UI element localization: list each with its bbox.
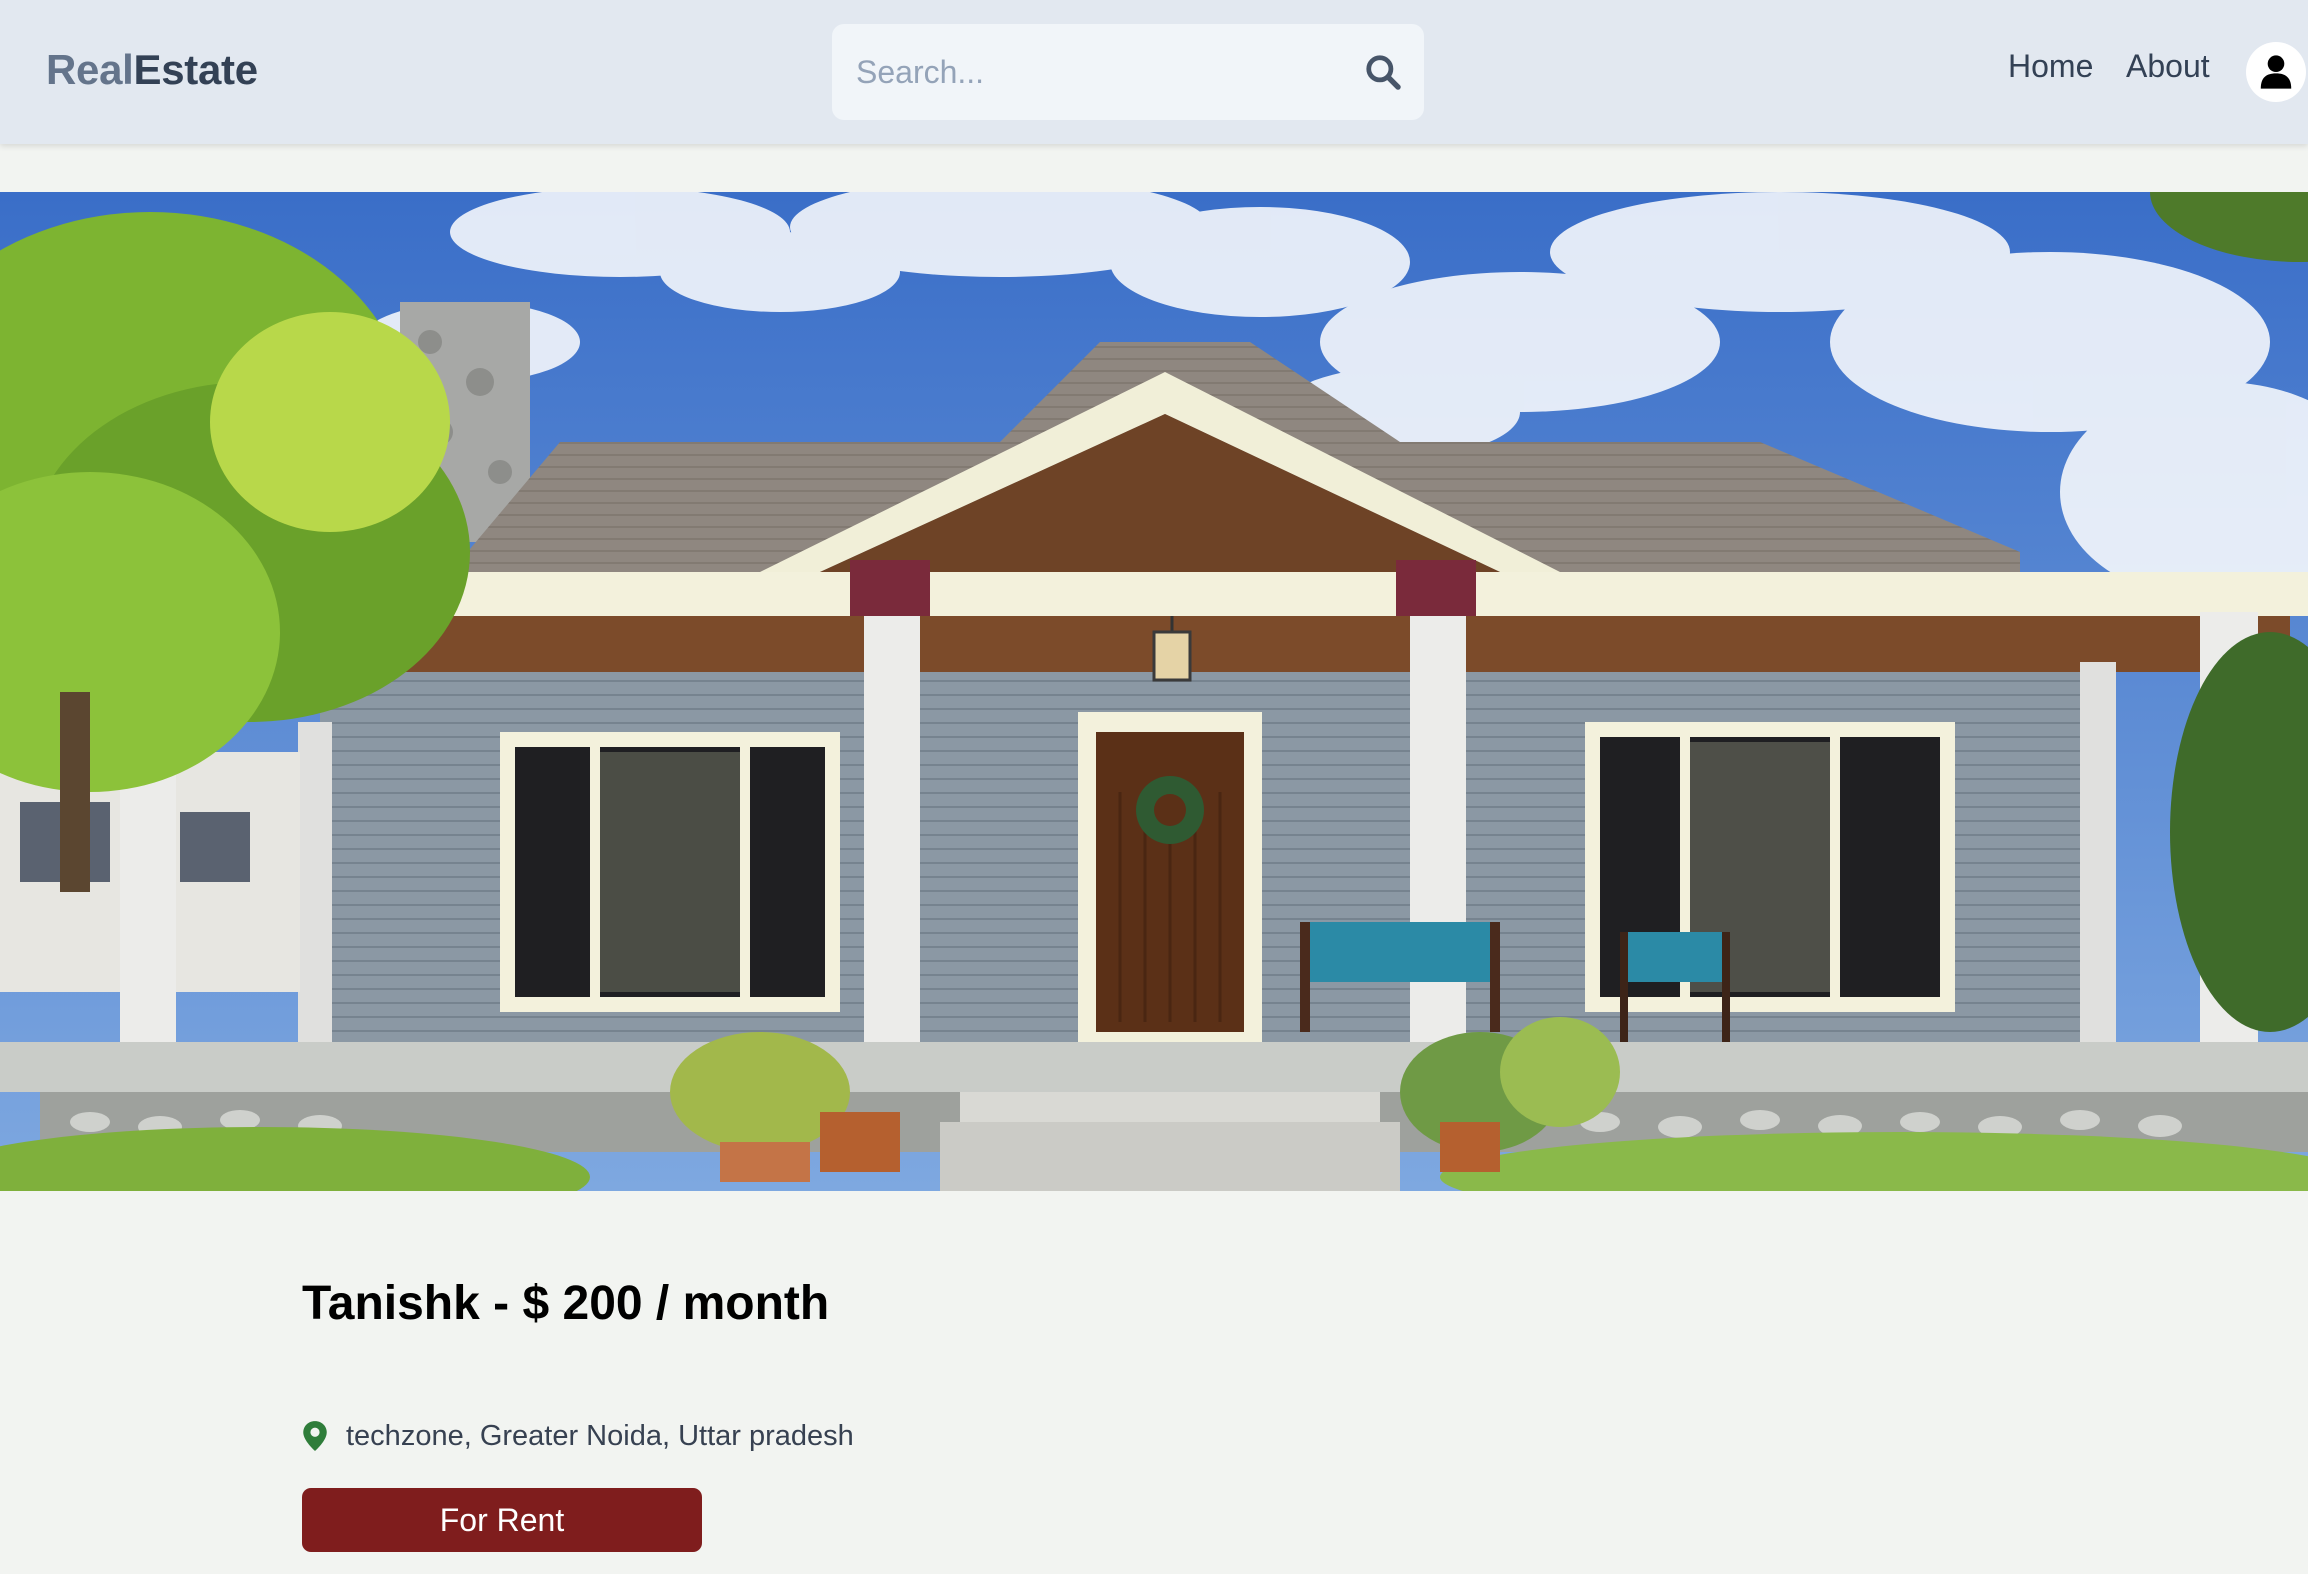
site-logo[interactable]: RealEstate [46, 46, 258, 94]
search-input[interactable] [832, 24, 1424, 120]
profile-avatar[interactable] [2246, 42, 2306, 102]
search-icon[interactable] [1364, 53, 1402, 91]
user-icon [2260, 55, 2292, 89]
property-hero-image [0, 192, 2308, 1191]
nav-home-link[interactable]: Home [2008, 48, 2093, 85]
listing-location: techzone, Greater Noida, Uttar pradesh [302, 1418, 854, 1454]
logo-estate: Estate [133, 46, 259, 93]
search-form [832, 24, 1424, 120]
logo-real: Real [46, 46, 134, 93]
location-text: techzone, Greater Noida, Uttar pradesh [346, 1419, 854, 1452]
listing-title: Tanishk - $ 200 / month [302, 1277, 830, 1330]
listing-type-badge: For Rent [302, 1488, 702, 1552]
top-navbar: RealEstate Home About [0, 0, 2308, 144]
map-pin-icon [303, 1421, 327, 1451]
nav-about-link[interactable]: About [2126, 48, 2210, 85]
